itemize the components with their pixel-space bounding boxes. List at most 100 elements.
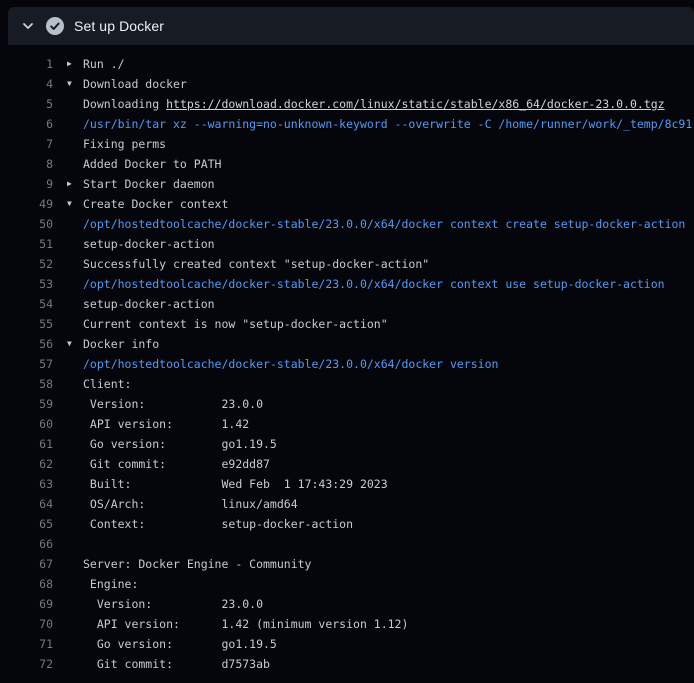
log-text: Version: 23.0.0 <box>83 594 263 614</box>
line-number[interactable]: 52 <box>0 254 53 274</box>
log-command-text: /usr/bin/tar xz --warning=no-unknown-key… <box>83 114 692 134</box>
line-number[interactable]: 61 <box>0 434 53 454</box>
step-title: Set up Docker <box>74 18 164 34</box>
triangle-right-icon: ▶ <box>53 174 83 194</box>
log-line: 58 Client: <box>0 374 694 394</box>
log-line: 8 Added Docker to PATH <box>0 154 694 174</box>
line-number[interactable]: 50 <box>0 214 53 234</box>
line-number[interactable]: 8 <box>0 154 53 174</box>
gutter-spacer <box>53 494 83 514</box>
gutter-spacer <box>53 354 83 374</box>
gutter-spacer <box>53 654 83 674</box>
chevron-down-icon[interactable] <box>20 18 36 34</box>
gutter-spacer <box>53 274 83 294</box>
log-line: 65 Context: setup-docker-action <box>0 514 694 534</box>
log-text: Built: Wed Feb 1 17:43:29 2023 <box>83 474 388 494</box>
log-text: Downloading <box>83 97 166 111</box>
gutter-spacer <box>53 574 83 594</box>
log-line: 61 Go version: go1.19.5 <box>0 434 694 454</box>
log-group-line[interactable]: 56▼Docker info <box>0 334 694 354</box>
gutter-spacer <box>53 314 83 334</box>
log-text: Start Docker daemon <box>83 174 215 194</box>
log-text: Server: Docker Engine - Community <box>83 554 311 574</box>
log-line: 55Current context is now "setup-docker-a… <box>0 314 694 334</box>
line-number[interactable]: 5 <box>0 94 53 114</box>
line-number[interactable]: 58 <box>0 374 53 394</box>
line-number[interactable]: 49 <box>0 194 53 214</box>
line-number[interactable]: 70 <box>0 614 53 634</box>
gutter-spacer <box>53 614 83 634</box>
log-command-text: /opt/hostedtoolcache/docker-stable/23.0.… <box>83 214 685 234</box>
log-text: setup-docker-action <box>83 234 215 254</box>
log-viewer: 1▶Run ./4▼Download docker5Downloading ht… <box>0 45 694 674</box>
line-number[interactable]: 9 <box>0 174 53 194</box>
line-number[interactable]: 59 <box>0 394 53 414</box>
line-number[interactable]: 65 <box>0 514 53 534</box>
log-text: Go version: go1.19.5 <box>83 634 277 654</box>
log-text: Added Docker to PATH <box>83 154 221 174</box>
log-group-line[interactable]: 9▶Start Docker daemon <box>0 174 694 194</box>
line-number[interactable]: 54 <box>0 294 53 314</box>
log-text: Create Docker context <box>83 194 228 214</box>
line-number[interactable]: 56 <box>0 334 53 354</box>
log-line: 71 Go version: go1.19.5 <box>0 634 694 654</box>
log-line: 51 setup-docker-action <box>0 234 694 254</box>
gutter-spacer <box>53 594 83 614</box>
log-line: 50/opt/hostedtoolcache/docker-stable/23.… <box>0 214 694 234</box>
gutter-spacer <box>53 254 83 274</box>
log-line: 53/opt/hostedtoolcache/docker-stable/23.… <box>0 274 694 294</box>
log-line: 69 Version: 23.0.0 <box>0 594 694 614</box>
line-number[interactable]: 7 <box>0 134 53 154</box>
log-line: 54 setup-docker-action <box>0 294 694 314</box>
gutter-spacer <box>53 294 83 314</box>
log-line: 68 Engine: <box>0 574 694 594</box>
line-number[interactable]: 57 <box>0 354 53 374</box>
log-group-line[interactable]: 1▶Run ./ <box>0 54 694 74</box>
line-number[interactable]: 64 <box>0 494 53 514</box>
line-number[interactable]: 51 <box>0 234 53 254</box>
log-line: 60 API version: 1.42 <box>0 414 694 434</box>
log-text: Go version: go1.19.5 <box>83 434 277 454</box>
log-group-line[interactable]: 49▼Create Docker context <box>0 194 694 214</box>
line-number[interactable]: 1 <box>0 54 53 74</box>
line-number[interactable]: 6 <box>0 114 53 134</box>
log-text: Fixing perms <box>83 134 166 154</box>
line-number[interactable]: 68 <box>0 574 53 594</box>
line-number[interactable]: 55 <box>0 314 53 334</box>
line-number[interactable]: 71 <box>0 634 53 654</box>
gutter-spacer <box>53 374 83 394</box>
log-command-text: /opt/hostedtoolcache/docker-stable/23.0.… <box>83 274 665 294</box>
line-number[interactable]: 60 <box>0 414 53 434</box>
gutter-spacer <box>53 474 83 494</box>
log-line: 67 Server: Docker Engine - Community <box>0 554 694 574</box>
step-header[interactable]: Set up Docker <box>8 7 694 45</box>
log-group-line[interactable]: 4▼Download docker <box>0 74 694 94</box>
gutter-spacer <box>53 414 83 434</box>
log-text: Context: setup-docker-action <box>83 514 353 534</box>
line-number[interactable]: 67 <box>0 554 53 574</box>
line-number[interactable]: 4 <box>0 74 53 94</box>
triangle-right-icon: ▶ <box>53 54 83 74</box>
line-number[interactable]: 72 <box>0 654 53 674</box>
log-text: Docker info <box>83 334 159 354</box>
line-number[interactable]: 63 <box>0 474 53 494</box>
log-text: Client: <box>83 374 131 394</box>
gutter-spacer <box>53 434 83 454</box>
log-line: 52Successfully created context "setup-do… <box>0 254 694 274</box>
log-line: 64 OS/Arch: linux/amd64 <box>0 494 694 514</box>
line-number[interactable]: 62 <box>0 454 53 474</box>
gutter-spacer <box>53 554 83 574</box>
log-text: setup-docker-action <box>83 294 215 314</box>
log-link[interactable]: https://download.docker.com/linux/static… <box>166 97 665 111</box>
log-line: 7 Fixing perms <box>0 134 694 154</box>
line-number[interactable]: 69 <box>0 594 53 614</box>
line-number[interactable]: 66 <box>0 534 53 554</box>
gutter-spacer <box>53 454 83 474</box>
gutter-spacer <box>53 234 83 254</box>
gutter-spacer <box>53 634 83 654</box>
log-text: Download docker <box>83 74 187 94</box>
gutter-spacer <box>53 114 83 134</box>
triangle-down-icon: ▼ <box>53 74 83 94</box>
line-number[interactable]: 53 <box>0 274 53 294</box>
log-text: Git commit: e92dd87 <box>83 454 270 474</box>
